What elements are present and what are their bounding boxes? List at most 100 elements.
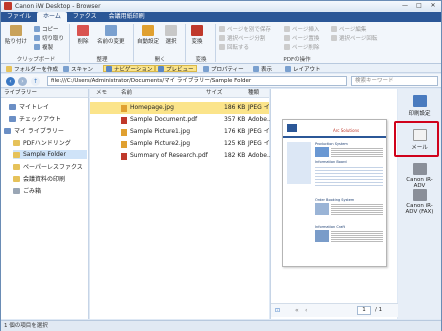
page-insert-icon — [284, 25, 290, 32]
select-page-rotate-button[interactable]: 選択ページ回転 — [331, 34, 377, 42]
search-input[interactable]: 検索キーワード — [351, 76, 438, 86]
column-size[interactable]: サイズ — [206, 89, 222, 98]
device-label: Canon iR-ADV — [406, 177, 433, 189]
fax-device-icon — [412, 189, 427, 201]
prev-page-icon[interactable]: ‹ — [305, 307, 307, 314]
page-number-input[interactable]: 1 — [357, 306, 371, 315]
copy-button[interactable]: コピー — [34, 25, 59, 33]
zoom-fit-icon[interactable]: ⊡ — [275, 307, 280, 314]
cut-button[interactable]: 切り取り — [34, 34, 64, 42]
select-button[interactable]: 選択 — [165, 25, 177, 45]
new-folder-button[interactable]: フォルダーを作成 — [4, 65, 60, 73]
paste-button[interactable]: 貼り付け — [5, 25, 27, 45]
page-edit-button[interactable]: ページ編集 — [331, 25, 366, 33]
rotate-icon — [219, 43, 225, 50]
table-row[interactable]: Sample Picture2.jpg 125 KB JPEG イ — [90, 138, 270, 150]
page-replace-icon — [284, 34, 290, 41]
group-clipboard: クリップボード — [16, 57, 56, 63]
table-row[interactable]: Homepage.jpg 186 KB JPEG イ — [90, 102, 270, 114]
convert-button[interactable]: 変換 — [191, 25, 203, 45]
folder-icon — [13, 175, 20, 182]
file-size: 182 KB — [224, 152, 246, 159]
file-size: 176 KB — [224, 128, 246, 135]
view-button[interactable]: 表示 — [251, 65, 274, 73]
forward-arrow-icon[interactable]: › — [18, 77, 27, 86]
copy-icon — [34, 25, 40, 32]
tree-item-label: 会議資料の印刷 — [23, 176, 66, 183]
group-divider — [69, 24, 70, 62]
first-page-icon[interactable]: « — [295, 307, 299, 314]
file-type: Adobe... — [248, 152, 273, 159]
rename-icon — [104, 25, 117, 36]
up-folder-icon[interactable]: ↑ — [31, 77, 40, 86]
page-total: / 1 — [375, 307, 383, 313]
tree-item-paperless-fax[interactable]: ペーパーレスファクス — [13, 162, 83, 171]
properties-icon — [203, 65, 209, 72]
tree-item-my-tray[interactable]: マイトレイ — [9, 102, 49, 111]
app-icon — [4, 2, 12, 10]
path-field[interactable]: file:///C:/Users/Administrator/Documents… — [47, 76, 347, 86]
jpg-file-icon — [121, 129, 127, 136]
page-extract-button[interactable]: ページを別で保存 — [219, 25, 271, 33]
table-row[interactable]: Sample Document.pdf 357 KB Adobe... — [90, 114, 273, 126]
preview-icon — [158, 65, 164, 72]
column-type[interactable]: 種類 — [248, 89, 259, 98]
file-type: JPEG イ — [248, 104, 270, 111]
status-bar: 1 個の項目を選択 — [1, 320, 441, 331]
back-arrow-icon[interactable]: ‹ — [6, 77, 15, 86]
tab-home[interactable]: ホーム — [37, 12, 67, 22]
tree-item-checkout[interactable]: チェックアウト — [9, 114, 61, 123]
device-button[interactable]: Canon iR-ADV — [401, 163, 438, 189]
highlight-box — [394, 121, 439, 157]
page-delete-button[interactable]: ページ削除 — [284, 43, 319, 51]
fax-device-label: Canon iR-ADV (FAX) — [405, 203, 434, 215]
tree-item-label: PDFハンドリング — [23, 140, 71, 147]
page-replace-label: ページ置換 — [292, 35, 320, 42]
print-settings-button[interactable]: 印刷設定 — [401, 95, 438, 117]
doc-image — [315, 230, 329, 242]
window-title: Canon iW Desktop - Browser — [15, 2, 101, 10]
group-open: 開く — [154, 57, 166, 63]
table-row[interactable]: Summary of Research.pdf 182 KB Adobe... — [90, 150, 273, 162]
navigation-toggle[interactable]: ナビゲーション — [103, 65, 156, 73]
scan-button[interactable]: スキャン — [61, 65, 95, 73]
doc-section-title: Information Craft — [315, 225, 345, 229]
doc-table — [315, 165, 383, 187]
copy-label: コピー — [42, 26, 59, 33]
page-insert-label: ページ挿入 — [292, 26, 320, 33]
tab-fax[interactable]: ファクス — [67, 12, 103, 22]
tab-meeting-print[interactable]: 会議用紙印刷 — [103, 12, 151, 22]
tree-item-meeting-print[interactable]: 会議資料の印刷 — [13, 174, 65, 183]
page-delete-icon — [284, 43, 290, 50]
page-split-button[interactable]: 選択ページ分割 — [219, 34, 265, 42]
tree-item-pdf-handling[interactable]: PDFハンドリング — [13, 138, 71, 147]
minimize-button[interactable]: — — [399, 2, 411, 10]
tree-item-label: ごみ箱 — [23, 188, 42, 195]
folder-icon — [6, 65, 12, 72]
file-name: Sample Picture2.jpg — [130, 140, 191, 147]
tab-file[interactable]: ファイル — [1, 12, 37, 22]
properties-button[interactable]: プロパティー — [201, 65, 246, 73]
column-name[interactable]: 名前 — [121, 89, 132, 98]
column-memo[interactable]: メモ — [96, 89, 107, 98]
duplicate-button[interactable]: 複製 — [34, 43, 53, 51]
page-replace-button[interactable]: ページ置換 — [284, 34, 320, 42]
maximize-button[interactable]: □ — [413, 2, 425, 10]
app-window: Canon iW Desktop - Browser — □ ✕ ファイル ホー… — [0, 0, 442, 331]
print-settings-label: 印刷設定 — [408, 111, 431, 117]
close-button[interactable]: ✕ — [427, 2, 439, 10]
tree-item-trash[interactable]: ごみ箱 — [13, 186, 41, 195]
page-insert-button[interactable]: ページ挿入 — [284, 25, 320, 33]
rotate-button[interactable]: 回転する — [219, 43, 249, 51]
rename-button[interactable]: 名前の変更 — [97, 25, 125, 45]
auto-settings-button[interactable]: 自動設定 — [137, 25, 159, 45]
delete-label: 削除 — [77, 39, 89, 45]
layout-button[interactable]: レイアウト — [283, 65, 323, 73]
tree-item-my-library[interactable]: マイ ライブラリー — [4, 126, 64, 135]
delete-button[interactable]: 削除 — [77, 25, 89, 45]
printer-icon — [412, 95, 427, 107]
table-row[interactable]: Sample Picture1.jpg 176 KB JPEG イ — [90, 126, 270, 138]
preview-toggle[interactable]: プレビュー — [155, 65, 197, 73]
tree-item-sample-folder[interactable]: Sample Folder — [13, 150, 87, 159]
fax-device-button[interactable]: Canon iR-ADV (FAX) — [401, 189, 438, 215]
